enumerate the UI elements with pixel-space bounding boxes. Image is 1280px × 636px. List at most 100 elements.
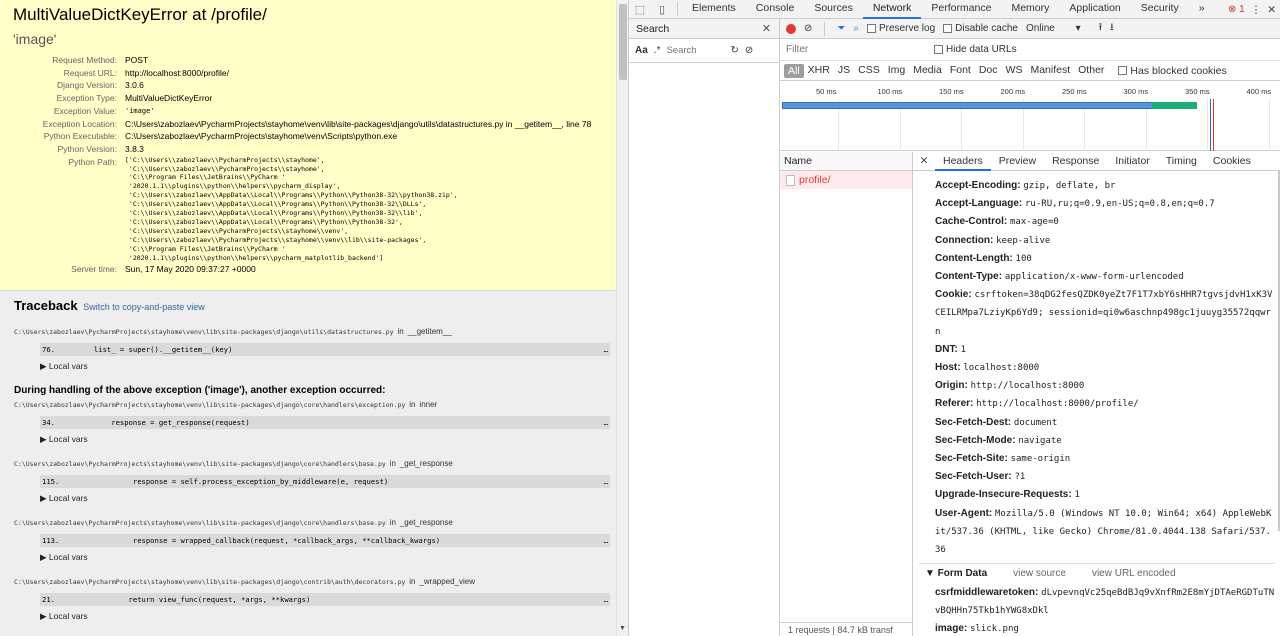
preserve-log-label: Preserve log [879,23,936,34]
import-har-icon[interactable]: ⭱ [1099,20,1103,37]
header-name: Cache-Control: [935,216,1008,228]
frame-code-line[interactable]: 21. return view_func(request, *args, **k… [40,593,610,606]
frame-in-label: in [389,459,396,468]
filter-type-manifest[interactable]: Manifest [1026,64,1074,78]
local-vars-toggle[interactable]: ▶ Local vars [40,552,602,563]
form-data-toggle[interactable]: ▼ Form Data [925,568,987,584]
frame-code-line[interactable]: 34. response = get_response(request)… [40,416,610,429]
error-count-badge[interactable]: ⊗ 1 [1228,4,1245,15]
meta-key: Python Executable: [43,131,117,142]
local-vars-toggle[interactable]: ▶ Local vars [40,611,602,622]
close-devtools-icon[interactable]: ✕ [1267,4,1276,16]
timeline-tick-label: 400 ms [1246,87,1272,96]
filter-type-ws[interactable]: WS [1002,64,1027,78]
hide-data-urls-checkbox[interactable]: Hide data URLs [934,44,1017,55]
tab-application[interactable]: Application [1059,0,1130,19]
clear-icon[interactable]: ⊘ [745,45,753,56]
header-rows: Accept-Encoding: gzip, deflate, br Accept… [935,177,1275,559]
frame-code-line[interactable]: 113. response = wrapped_callback(request… [40,534,610,547]
has-blocked-cookies-checkbox[interactable]: Has blocked cookies [1118,65,1227,77]
name-column-header[interactable]: Name [780,152,912,171]
filter-type-img[interactable]: Img [884,64,910,78]
filter-type-font[interactable]: Font [946,64,975,78]
filter-type-xhr[interactable]: XHR [804,64,834,78]
page-scrollbar[interactable]: ▼ [616,0,628,636]
request-header-row: Content-Type: application/x-www-form-url… [935,268,1275,286]
filter-icon[interactable]: ⏷ [837,23,845,34]
more-tabs-button[interactable]: » [1189,0,1215,19]
tab-security[interactable]: Security [1131,0,1189,19]
meta-key: Server time: [71,263,117,274]
search-icon[interactable]: ⌕ [853,23,859,34]
search-panel-title: Search [636,23,670,35]
header-name: Origin: [935,380,968,392]
kebab-menu-icon[interactable]: ⋮ [1251,4,1262,16]
frame-code-line[interactable]: 76. list_ = super().__getitem__(key)… [40,343,610,356]
inspect-element-icon[interactable]: ⬚ [629,3,651,16]
tab-network[interactable]: Network [862,0,922,19]
expand-context-button[interactable]: … [604,416,608,429]
frame-in-label: in [409,577,416,586]
meta-row: Exception Location: C:\Users\zabozlaev\Py… [13,118,592,131]
details-tabs: Headers Preview Response Initiator Timing Coo… [935,152,1259,171]
preserve-log-checkbox[interactable]: Preserve log [867,23,935,34]
view-source-link[interactable]: view source [1013,568,1066,584]
details-tab-cookies[interactable]: Cookies [1205,152,1259,171]
device-toolbar-icon[interactable]: ▯ [651,3,673,16]
tab-elements[interactable]: Elements [682,0,746,19]
details-tab-preview[interactable]: Preview [991,152,1044,171]
close-details-icon[interactable]: ✕ [913,155,935,167]
header-name: Sec-Fetch-User: [935,471,1012,483]
page-scrollbar-thumb[interactable] [619,4,627,80]
clear-log-icon[interactable]: ⊘ [804,23,812,34]
local-vars-toggle[interactable]: ▶ Local vars [40,493,602,504]
details-tab-headers[interactable]: Headers [935,152,991,171]
frame-code-line[interactable]: 115. response = self.process_exception_b… [40,475,610,488]
filter-type-css[interactable]: CSS [854,64,884,78]
form-data-rows: csrfmiddlewaretoken: dLvpevnqVc25qeBdBJq… [925,584,1275,636]
regex-button[interactable]: .* [654,45,661,56]
details-tab-initiator[interactable]: Initiator [1107,152,1157,171]
local-vars-toggle[interactable]: ▶ Local vars [40,361,602,372]
details-tab-timing[interactable]: Timing [1158,152,1205,171]
timeline-tick-label: 350 ms [1185,87,1210,96]
code-text: return view_func(request, *args, **kwarg… [59,595,311,604]
header-value: http://localhost:8000 [970,381,1085,392]
view-url-encoded-link[interactable]: view URL encoded [1092,568,1176,584]
match-case-button[interactable]: Aa [635,45,648,56]
tab-memory[interactable]: Memory [1001,0,1059,19]
details-tab-response[interactable]: Response [1044,152,1107,171]
expand-context-button[interactable]: … [604,343,608,356]
tab-console[interactable]: Console [746,0,805,19]
exception-chain-note: During handling of the above exception (… [14,385,386,396]
checkbox-icon [1118,66,1128,76]
tab-sources[interactable]: Sources [804,0,863,19]
disable-cache-checkbox[interactable]: Disable cache [943,23,1018,34]
filter-type-doc[interactable]: Doc [975,64,1002,78]
network-overview-timeline[interactable]: 50 ms 100 ms 150 ms 200 ms 250 ms 300 ms 350 m… [780,81,1280,151]
filter-type-js[interactable]: JS [834,64,854,78]
filter-type-other[interactable]: Other [1074,64,1108,78]
expand-context-button[interactable]: … [604,534,608,547]
switch-view-link[interactable]: Switch to copy-and-paste view [83,302,205,312]
request-row[interactable]: profile/ [780,171,912,189]
form-field-name: image: [935,623,968,635]
tab-performance[interactable]: Performance [921,0,1001,19]
close-search-icon[interactable]: ✕ [762,19,771,39]
refresh-icon[interactable]: ↻ [730,45,738,56]
record-icon[interactable] [786,23,796,34]
timeline-tick-label: 300 ms [1123,87,1149,96]
dom-content-loaded-marker [1210,99,1211,151]
header-value: application/x-www-form-urlencoded [1004,272,1184,283]
search-input[interactable] [666,45,725,56]
throttling-select[interactable]: Online ▾ [1026,23,1081,34]
scroll-down-arrow-icon[interactable]: ▼ [619,625,626,632]
expand-context-button[interactable]: … [604,475,608,488]
filter-input[interactable] [786,44,922,55]
local-vars-toggle[interactable]: ▶ Local vars [40,434,602,445]
disable-cache-label: Disable cache [955,23,1018,34]
export-har-icon[interactable]: ⭳ [1110,20,1114,37]
expand-context-button[interactable]: … [604,593,608,606]
filter-type-all[interactable]: All [784,63,804,78]
filter-type-media[interactable]: Media [909,64,946,78]
